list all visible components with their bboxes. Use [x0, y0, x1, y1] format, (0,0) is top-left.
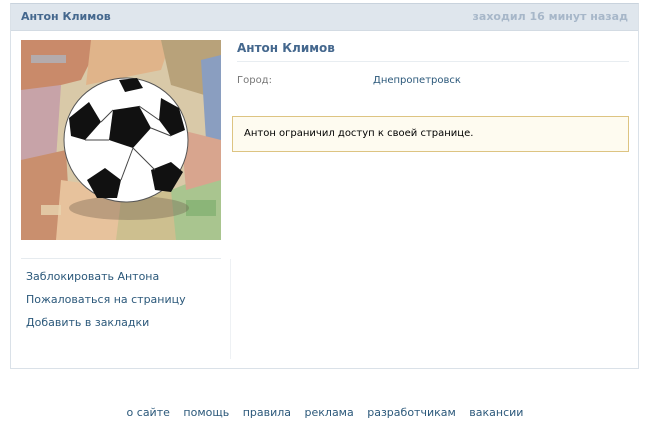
- privacy-notice: Антон ограничил доступ к своей странице.: [232, 116, 629, 152]
- privacy-notice-text: Антон ограничил доступ к своей странице.: [244, 128, 474, 139]
- column-separator: [230, 259, 231, 359]
- footer-link-jobs[interactable]: вакансии: [469, 406, 523, 419]
- city-link[interactable]: Днепропетровск: [373, 75, 461, 86]
- left-column: Заблокировать Антона Пожаловаться на стр…: [21, 40, 231, 359]
- footer-link-rules[interactable]: правила: [243, 406, 291, 419]
- city-label: Город:: [237, 75, 272, 86]
- name-divider: [237, 61, 629, 62]
- soccer-ball-icon: [21, 40, 221, 240]
- page-header: Антон Климов заходил 16 минут назад: [11, 4, 638, 31]
- profile-container: Антон Климов заходил 16 минут назад Забл…: [10, 3, 639, 369]
- block-user-link[interactable]: Заблокировать Антона: [26, 270, 159, 283]
- avatar[interactable]: [21, 40, 221, 240]
- footer-link-developers[interactable]: разработчикам: [367, 406, 456, 419]
- report-page-link[interactable]: Пожаловаться на страницу: [26, 293, 186, 306]
- footer-link-about[interactable]: о сайте: [127, 406, 170, 419]
- last-seen-status: заходил 16 минут назад: [472, 10, 628, 23]
- footer-link-help[interactable]: помощь: [183, 406, 229, 419]
- footer-nav: о сайте помощь правила реклама разработч…: [0, 406, 650, 419]
- left-divider: [21, 258, 221, 259]
- footer-link-ads[interactable]: реклама: [305, 406, 354, 419]
- header-user-name[interactable]: Антон Климов: [21, 10, 111, 23]
- add-bookmark-link[interactable]: Добавить в закладки: [26, 316, 149, 329]
- profile-name: Антон Климов: [237, 41, 335, 55]
